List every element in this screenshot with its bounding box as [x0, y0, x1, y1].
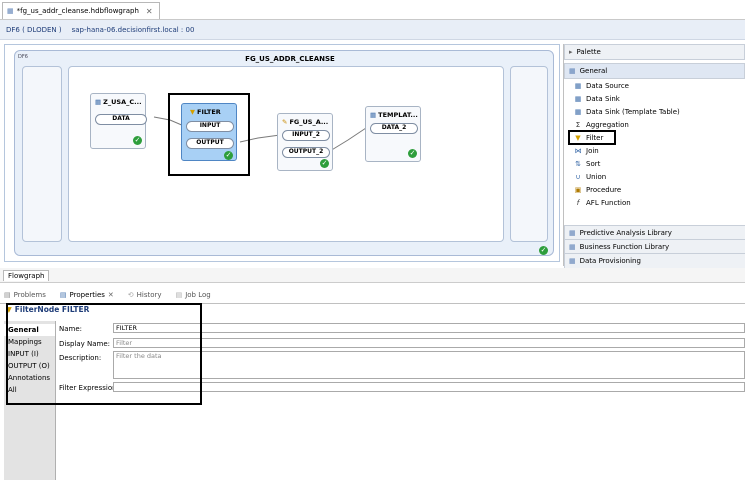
sort-icon: ⇅: [575, 159, 581, 168]
node-filter-header: ▼ FILTER: [190, 108, 221, 116]
palette-item-sort[interactable]: ⇅ Sort: [564, 157, 745, 170]
problems-icon: ▤: [4, 291, 11, 299]
palette-item-label: Aggregation: [586, 120, 629, 129]
history-icon: ⟲: [127, 291, 134, 299]
tab-flowgraph[interactable]: Flowgraph: [3, 270, 50, 281]
node-template-header: ▦ TEMPLAT...: [370, 111, 418, 119]
table-icon: ▦: [574, 107, 582, 116]
procedure-icon: ▣: [574, 185, 582, 194]
node-template-port[interactable]: DATA_2: [370, 123, 418, 134]
table-icon: ▦: [574, 94, 582, 103]
node-cleanse-check-icon: ✓: [320, 159, 329, 168]
node-cleanse-output[interactable]: OUTPUT_2: [282, 147, 330, 158]
palette-item-label: Join: [586, 146, 599, 155]
node-filter-title: FILTER: [197, 108, 221, 116]
node-template-title: TEMPLAT...: [378, 111, 418, 119]
funnel-icon: ▼: [190, 108, 195, 116]
sigma-icon: Σ: [575, 120, 581, 129]
name-field[interactable]: FILTER: [113, 323, 745, 333]
folder-icon: ▦: [569, 257, 576, 265]
properties-icon: ▤: [59, 291, 67, 299]
tab-history-label: History: [136, 291, 162, 299]
filter-expression-field[interactable]: [113, 382, 745, 392]
node-template[interactable]: ▦ TEMPLAT... DATA_2 ✓: [365, 106, 421, 162]
tab-properties[interactable]: ▤ Properties ✕: [60, 291, 114, 299]
palette-title: Palette: [576, 48, 601, 56]
tab-problems[interactable]: ▤ Problems: [4, 291, 46, 299]
function-icon: f: [576, 198, 580, 207]
node-filter-check-icon: ✓: [224, 151, 233, 160]
palette-group-label: Predictive Analysis Library: [579, 229, 672, 237]
palette-panel: ▸ Palette ▦ General ▦ Data Source ▦ Data S…: [563, 44, 745, 269]
palette-item-afl-function[interactable]: f AFL Function: [564, 196, 745, 209]
node-cleanse-header: ✎ FG_US_A...: [282, 118, 328, 126]
node-template-check-icon: ✓: [408, 149, 417, 158]
palette-item-label: Data Sink: [586, 94, 620, 103]
node-source-port[interactable]: DATA: [95, 114, 147, 125]
display-name-field[interactable]: Filter: [113, 338, 745, 348]
node-filter-input[interactable]: INPUT: [186, 121, 234, 132]
log-icon: ▤: [175, 291, 183, 299]
tab-job-log[interactable]: ▤ Job Log: [176, 291, 211, 299]
tab-history[interactable]: ⟲ History: [128, 291, 162, 299]
palette-item-union[interactable]: ∪ Union: [564, 170, 745, 183]
table-icon: ▦: [370, 111, 377, 119]
tab-properties-label: Properties: [69, 291, 105, 299]
join-icon: ⋈: [574, 146, 582, 155]
palette-item-label: AFL Function: [586, 198, 631, 207]
node-source[interactable]: ▦ Z_USA_C... DATA ✓: [90, 93, 147, 149]
node-cleanse-input[interactable]: INPUT_2: [282, 130, 330, 141]
node-source-header: ▦ Z_USA_C...: [95, 98, 142, 106]
properties-highlight-box: [6, 303, 202, 405]
palette-item-label: Data Source: [586, 81, 629, 90]
palette-item-procedure[interactable]: ▣ Procedure: [564, 183, 745, 196]
palette-group-general[interactable]: ▦ General: [564, 63, 745, 79]
palette-item-filter[interactable]: ▼ Filter: [564, 130, 745, 145]
node-source-title: Z_USA_C...: [103, 98, 142, 106]
palette-item-join[interactable]: ⋈ Join: [564, 144, 745, 157]
bottom-tabstrip: Flowgraph: [0, 268, 745, 283]
palette-group-label: Data Provisioning: [579, 257, 641, 265]
connector-cleanse-template: [329, 127, 367, 152]
palette-item-label: Union: [586, 172, 607, 181]
folder-icon: ▦: [569, 67, 576, 75]
palette-group-provisioning[interactable]: ▦ Data Provisioning: [564, 253, 745, 269]
palette-item-data-source[interactable]: ▦ Data Source: [564, 79, 745, 92]
palette-item-data-sink[interactable]: ▦ Data Sink: [564, 92, 745, 105]
palette-header[interactable]: ▸ Palette: [564, 44, 745, 60]
palette-item-label: Data Sink (Template Table): [586, 107, 680, 116]
filter-palette-highlight: [568, 130, 616, 145]
table-icon: ▦: [95, 98, 102, 106]
palette-item-data-sink-template[interactable]: ▦ Data Sink (Template Table): [564, 105, 745, 118]
table-icon: ▦: [574, 81, 582, 90]
union-icon: ∪: [575, 172, 581, 181]
folder-icon: ▦: [569, 243, 576, 251]
description-field[interactable]: Filter the data: [113, 351, 745, 379]
palette-group-general-label: General: [579, 67, 608, 75]
close-icon[interactable]: ✕: [108, 291, 114, 299]
tab-problems-label: Problems: [13, 291, 46, 299]
palette-group-label: Business Function Library: [579, 243, 670, 251]
node-source-check-icon: ✓: [133, 136, 142, 145]
palette-item-label: Procedure: [586, 185, 622, 194]
tab-job-log-label: Job Log: [185, 291, 211, 299]
node-cleanse-title: FG_US_A...: [289, 118, 329, 126]
folder-icon: ▦: [569, 229, 576, 237]
palette-icon: ▸: [569, 48, 573, 56]
node-filter[interactable]: ▼ FILTER INPUT OUTPUT ✓: [181, 103, 237, 161]
node-cleanse[interactable]: ✎ FG_US_A... INPUT_2 OUTPUT_2 ✓: [277, 113, 333, 171]
flowgraph-valid-check-icon: ✓: [539, 246, 548, 255]
palette-item-label: Sort: [586, 159, 601, 168]
cleanse-icon: ✎: [282, 118, 288, 126]
view-tabs: ▤ Problems ▤ Properties ✕ ⟲ History ▤ Job Log: [0, 288, 745, 302]
node-filter-output[interactable]: OUTPUT: [186, 138, 234, 149]
